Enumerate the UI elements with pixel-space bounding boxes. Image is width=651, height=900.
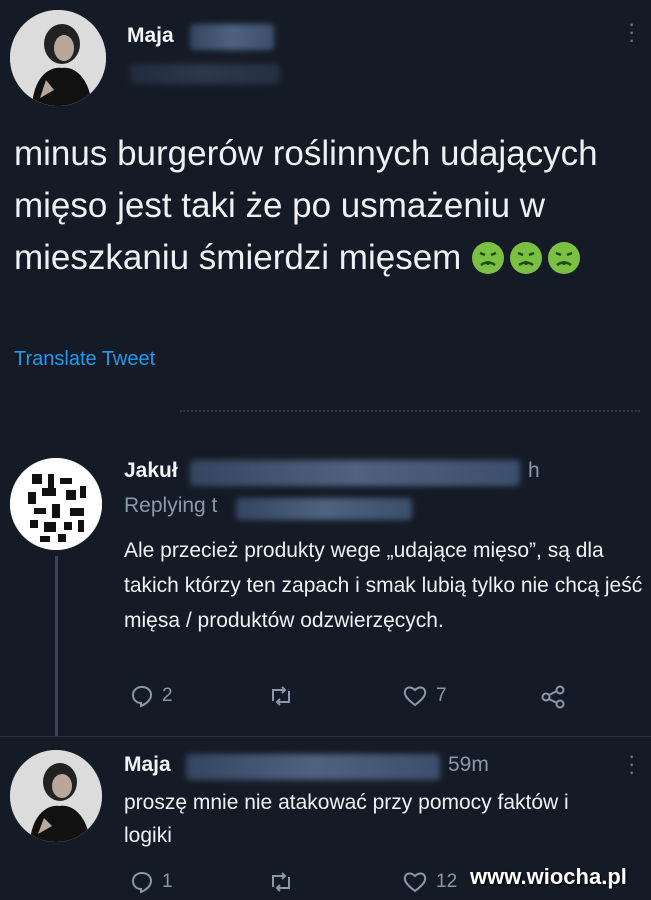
qr-avatar-icon xyxy=(10,458,102,550)
reply2-text: proszę mnie nie atakować przy pomocy fak… xyxy=(124,791,569,847)
author-name[interactable]: Maja xyxy=(127,24,174,48)
translate-tweet-link[interactable]: Translate Tweet xyxy=(14,348,155,371)
reply2-avatar[interactable] xyxy=(10,750,102,842)
reply1-share-action[interactable] xyxy=(540,684,566,710)
replying-to-label: Replying t xyxy=(124,494,218,517)
reply1-time: h xyxy=(528,459,540,482)
redacted-handle xyxy=(130,64,280,84)
reply2-retweet-action[interactable] xyxy=(268,870,294,894)
reply1-reply-count: 2 xyxy=(162,685,173,706)
redacted-name xyxy=(190,24,274,50)
faded-divider xyxy=(180,410,640,414)
reply2-author-name[interactable]: Maja xyxy=(124,753,171,777)
reply2-redacted-handle xyxy=(186,754,440,780)
share-icon xyxy=(541,685,565,709)
reply2-more-options-icon[interactable]: · · · xyxy=(628,745,635,783)
nauseated-face-icon xyxy=(548,242,581,274)
watermark: www.wiocha.pl xyxy=(470,864,627,889)
comment-icon xyxy=(131,871,153,894)
reply1-redacted-handle xyxy=(190,460,520,486)
tweet-text: minus burgerów roślinnych udających mięs… xyxy=(14,128,634,284)
reply2-reply-action[interactable]: 1 xyxy=(130,870,173,894)
reply1-reply-action[interactable]: 2 xyxy=(130,684,173,708)
reply2-like-action[interactable]: 12 xyxy=(402,870,457,894)
thread-line xyxy=(55,556,58,736)
reply1-like-count: 7 xyxy=(436,685,447,706)
reply2-reply-count: 1 xyxy=(162,871,173,892)
retweet-icon xyxy=(272,872,290,892)
nauseated-face-icon xyxy=(510,242,543,274)
comment-icon xyxy=(131,685,153,708)
heart-icon xyxy=(403,686,427,707)
person-photo-icon xyxy=(10,750,102,842)
reply1-author-name[interactable]: Jakuł xyxy=(124,459,178,483)
divider xyxy=(0,736,651,737)
emoji-row xyxy=(471,241,581,275)
replying-to-redacted xyxy=(236,498,412,520)
reply2-time: 59m xyxy=(448,753,489,776)
person-photo-icon xyxy=(10,10,106,106)
retweet-icon xyxy=(272,686,290,706)
reply1-avatar[interactable] xyxy=(10,458,102,550)
reply1-retweet-action[interactable] xyxy=(268,684,294,708)
reply1-like-action[interactable]: 7 xyxy=(402,684,447,708)
heart-icon xyxy=(403,872,427,893)
reply1-text: Ale przecież produkty wege „udające mięs… xyxy=(124,539,643,632)
reply2-like-count: 12 xyxy=(436,871,458,892)
more-options-icon[interactable]: · · · xyxy=(628,13,635,51)
author-avatar[interactable] xyxy=(10,10,106,106)
nauseated-face-icon xyxy=(472,242,505,274)
